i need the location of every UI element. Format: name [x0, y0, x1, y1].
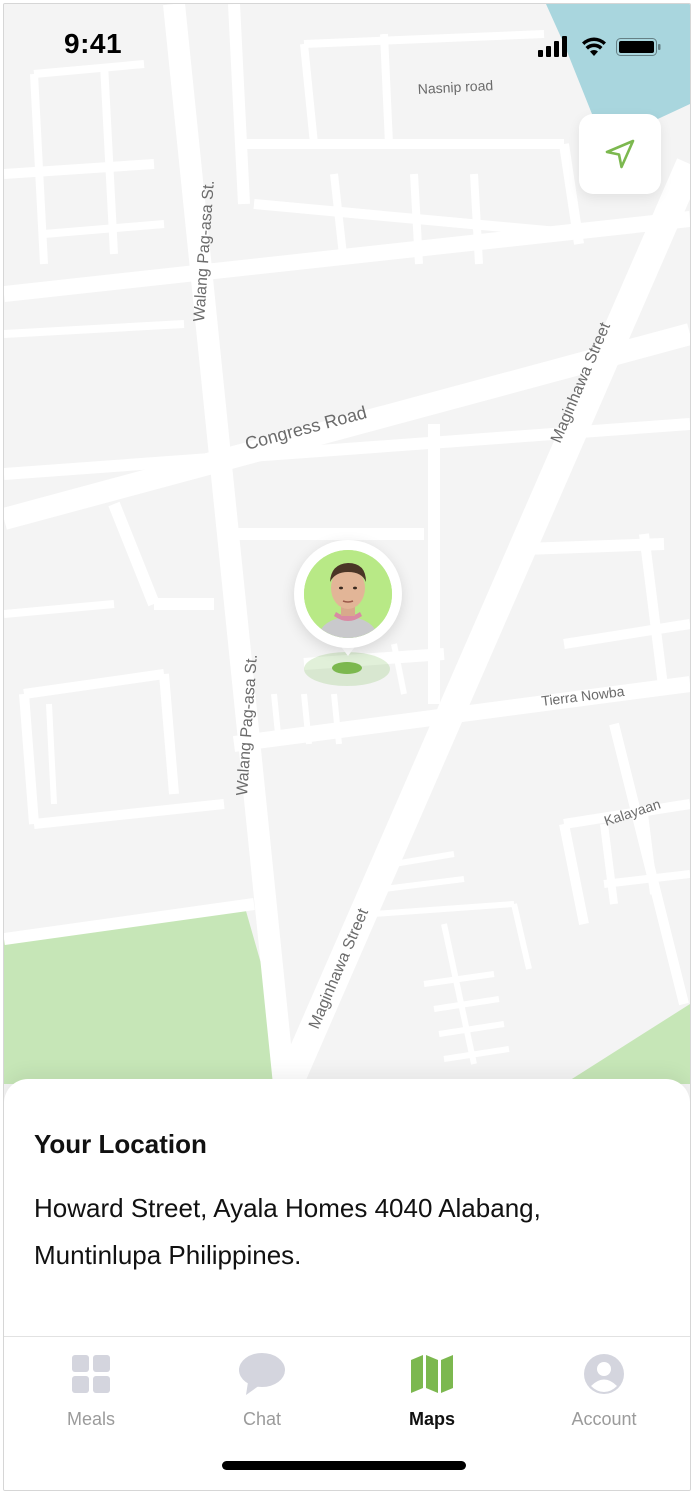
user-location-pin[interactable] [294, 540, 404, 690]
tab-meals[interactable]: Meals [31, 1351, 151, 1431]
address-line-2: Muntinlupa Philippines. [34, 1240, 302, 1270]
tab-label-maps: Maps [408, 1409, 455, 1429]
home-indicator[interactable] [222, 1461, 466, 1470]
status-bar: 9:41 [4, 4, 690, 92]
tab-label-meals: Meals [66, 1409, 115, 1429]
map-icon [372, 1351, 492, 1397]
tab-label-account: Account [571, 1409, 637, 1429]
grid-icon [31, 1351, 151, 1397]
location-title: Your Location [34, 1129, 207, 1159]
pin-bubble [294, 540, 402, 648]
tab-maps[interactable]: Maps [372, 1351, 492, 1431]
phone-screen: Nasnip road Walang Pag-asa St. Congress … [3, 3, 691, 1491]
signal-icon [538, 36, 567, 57]
account-icon [544, 1351, 664, 1397]
chat-bubble-icon [202, 1351, 322, 1397]
battery-icon [616, 38, 661, 56]
locate-me-button[interactable] [579, 114, 661, 194]
pin-dot [332, 662, 362, 674]
status-time: 9:41 [64, 28, 123, 59]
status-icons [538, 34, 662, 60]
tab-label-chat: Chat [242, 1409, 282, 1429]
navigation-arrow-icon [605, 139, 635, 169]
address-line-1: Howard Street, Ayala Homes 4040 Alabang, [34, 1193, 541, 1223]
location-address: Howard Street, Ayala Homes 4040 Alabang,… [34, 1185, 634, 1279]
tab-account[interactable]: Account [544, 1351, 664, 1431]
wifi-icon [582, 37, 606, 56]
location-sheet: Your Location Howard Street, Ayala Homes… [4, 1079, 690, 1339]
user-avatar [304, 550, 392, 638]
tab-chat[interactable]: Chat [202, 1351, 322, 1431]
